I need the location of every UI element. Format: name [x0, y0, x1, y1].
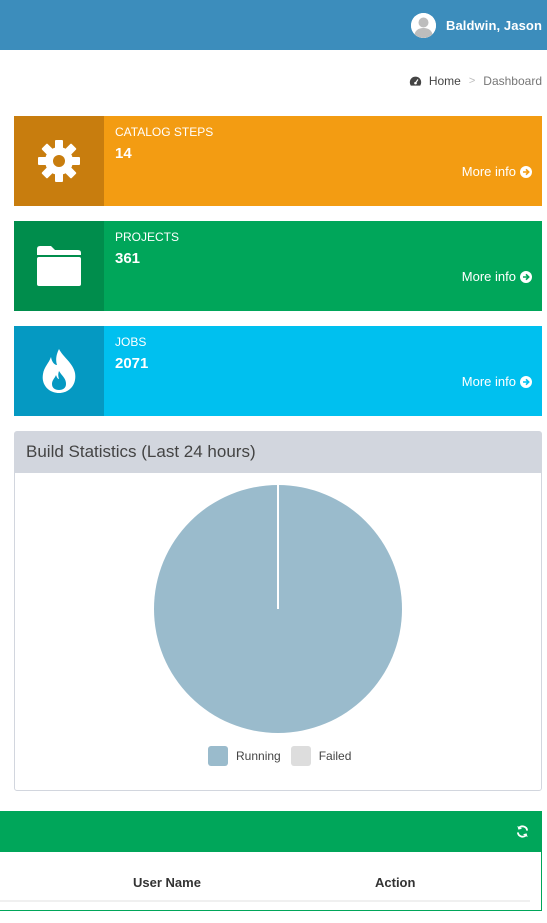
legend-swatch — [208, 746, 228, 766]
chart-legend: Running Failed — [208, 746, 361, 766]
avatar[interactable] — [410, 13, 436, 38]
user-name[interactable]: Baldwin, Jason — [446, 18, 542, 33]
more-info-link[interactable]: More info — [462, 269, 532, 284]
users-panel-header — [0, 812, 541, 852]
refresh-icon[interactable] — [516, 825, 529, 838]
breadcrumb: Home > Dashboard — [409, 74, 542, 88]
info-box-number: 361 — [115, 250, 141, 267]
table-header-divider — [0, 900, 530, 902]
panel-title: Build Statistics (Last 24 hours) — [15, 432, 541, 473]
column-header-user-name[interactable]: User Name — [133, 875, 201, 890]
more-info-label[interactable]: More info — [462, 269, 516, 284]
folder-icon — [14, 221, 104, 311]
user-avatar-icon — [410, 13, 436, 38]
arrow-circle-right-icon[interactable] — [520, 270, 532, 283]
legend-item-running[interactable]: Running — [208, 746, 281, 766]
legend-label: Failed — [318, 749, 352, 763]
arrow-circle-right-icon[interactable] — [520, 375, 532, 388]
info-box-label: JOBS — [115, 335, 147, 349]
build-statistics-panel: Build Statistics (Last 24 hours) Running… — [14, 431, 542, 791]
breadcrumb-separator: > — [468, 75, 476, 87]
arrow-circle-right-icon[interactable] — [520, 165, 532, 178]
build-statistics-pie-chart — [154, 485, 402, 733]
column-header-action[interactable]: Action — [375, 875, 415, 890]
info-box-catalog-steps: CATALOG STEPS 14 More info — [14, 116, 542, 206]
info-box-label: CATALOG STEPS — [115, 125, 214, 139]
info-box-number: 14 — [115, 145, 132, 162]
fire-icon — [14, 326, 104, 416]
user-menu[interactable]: Baldwin, Jason — [410, 13, 542, 38]
legend-swatch — [290, 746, 311, 766]
users-panel: User Name Action — [0, 811, 542, 911]
more-info-link[interactable]: More info — [462, 374, 532, 389]
more-info-label[interactable]: More info — [462, 374, 516, 389]
more-info-link[interactable]: More info — [462, 164, 532, 179]
more-info-label[interactable]: More info — [462, 164, 516, 179]
info-box-label: PROJECTS — [115, 230, 180, 244]
legend-item-failed[interactable]: Failed — [290, 746, 352, 766]
breadcrumb-current: Dashboard — [483, 74, 542, 88]
dashboard-icon — [409, 76, 422, 86]
gear-icon — [14, 116, 104, 206]
legend-label: Running — [236, 749, 281, 763]
breadcrumb-home-link[interactable]: Home — [429, 74, 461, 88]
info-box-projects: PROJECTS 361 More info — [14, 221, 542, 311]
info-box-jobs: JOBS 2071 More info — [14, 326, 542, 416]
top-navbar: Baldwin, Jason — [0, 0, 547, 50]
info-box-number: 2071 — [115, 355, 149, 372]
